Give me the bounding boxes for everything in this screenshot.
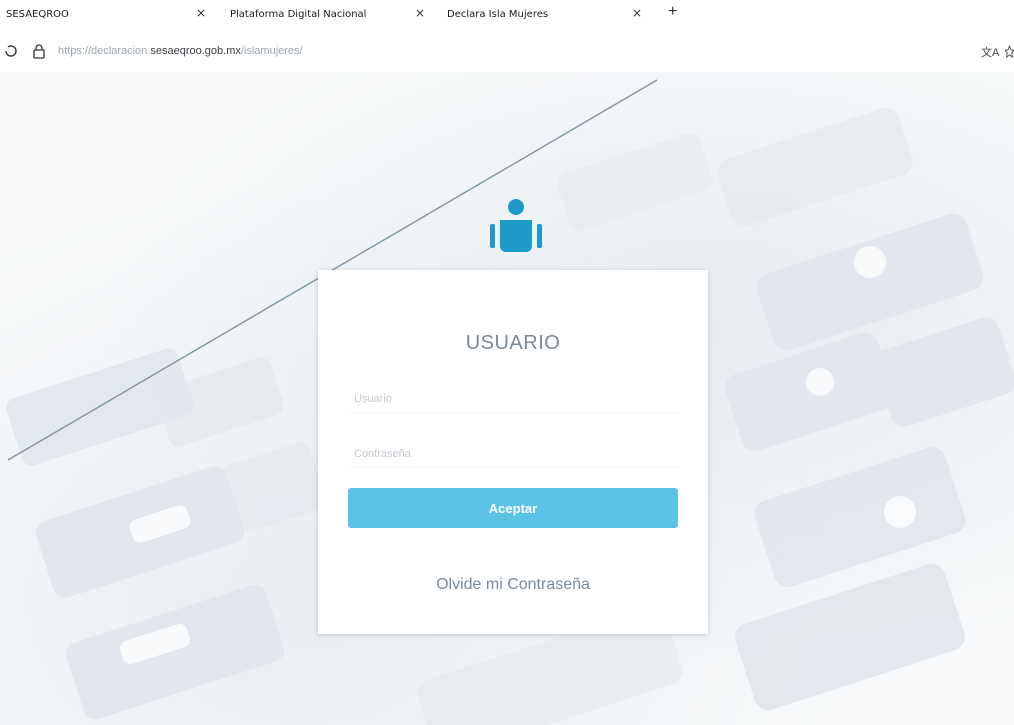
username-input[interactable]	[350, 385, 678, 413]
accept-button[interactable]: Aceptar	[348, 488, 678, 528]
reload-icon[interactable]	[4, 44, 18, 58]
url-scheme: https://	[58, 45, 92, 57]
favorite-icon[interactable]	[1005, 45, 1014, 59]
login-card: USUARIO Aceptar Olvide mi Contraseña	[318, 270, 708, 634]
close-icon[interactable]: ×	[632, 7, 642, 19]
tab-label: Declara Isla Mujeres	[447, 8, 549, 20]
screen: SESAEQROO × Plataforma Digital Nacional …	[0, 0, 1014, 725]
tab-sesaeqroo[interactable]: SESAEQROO ×	[6, 0, 216, 28]
close-icon[interactable]: ×	[415, 7, 425, 19]
url-path: /islamujeres/	[240, 45, 303, 57]
user-avatar-icon	[490, 199, 542, 252]
url-subdomain: declaracion.	[91, 45, 151, 57]
new-tab-icon[interactable]: +	[668, 4, 677, 20]
address-bar: https://declaracion.sesaeqroo.gob.mx/isl…	[0, 32, 1014, 72]
url-field[interactable]: https://declaracion.sesaeqroo.gob.mx/isl…	[58, 45, 303, 57]
password-input[interactable]	[350, 440, 678, 468]
tab-plataforma-digital-nacional[interactable]: Plataforma Digital Nacional ×	[230, 0, 440, 28]
tab-label: Plataforma Digital Nacional	[230, 8, 367, 20]
forgot-password-link[interactable]: Olvide mi Contraseña	[318, 576, 708, 594]
lock-icon[interactable]	[32, 43, 46, 59]
tab-bar: SESAEQROO × Plataforma Digital Nacional …	[0, 0, 1014, 32]
translate-icon[interactable]: 文A	[981, 44, 999, 60]
login-title: USUARIO	[465, 332, 561, 354]
close-icon[interactable]: ×	[196, 7, 206, 19]
tab-label: SESAEQROO	[6, 8, 69, 20]
tab-declara-isla-mujeres[interactable]: Declara Isla Mujeres ×	[447, 0, 657, 28]
url-domain: sesaeqroo.gob.mx	[150, 45, 241, 57]
